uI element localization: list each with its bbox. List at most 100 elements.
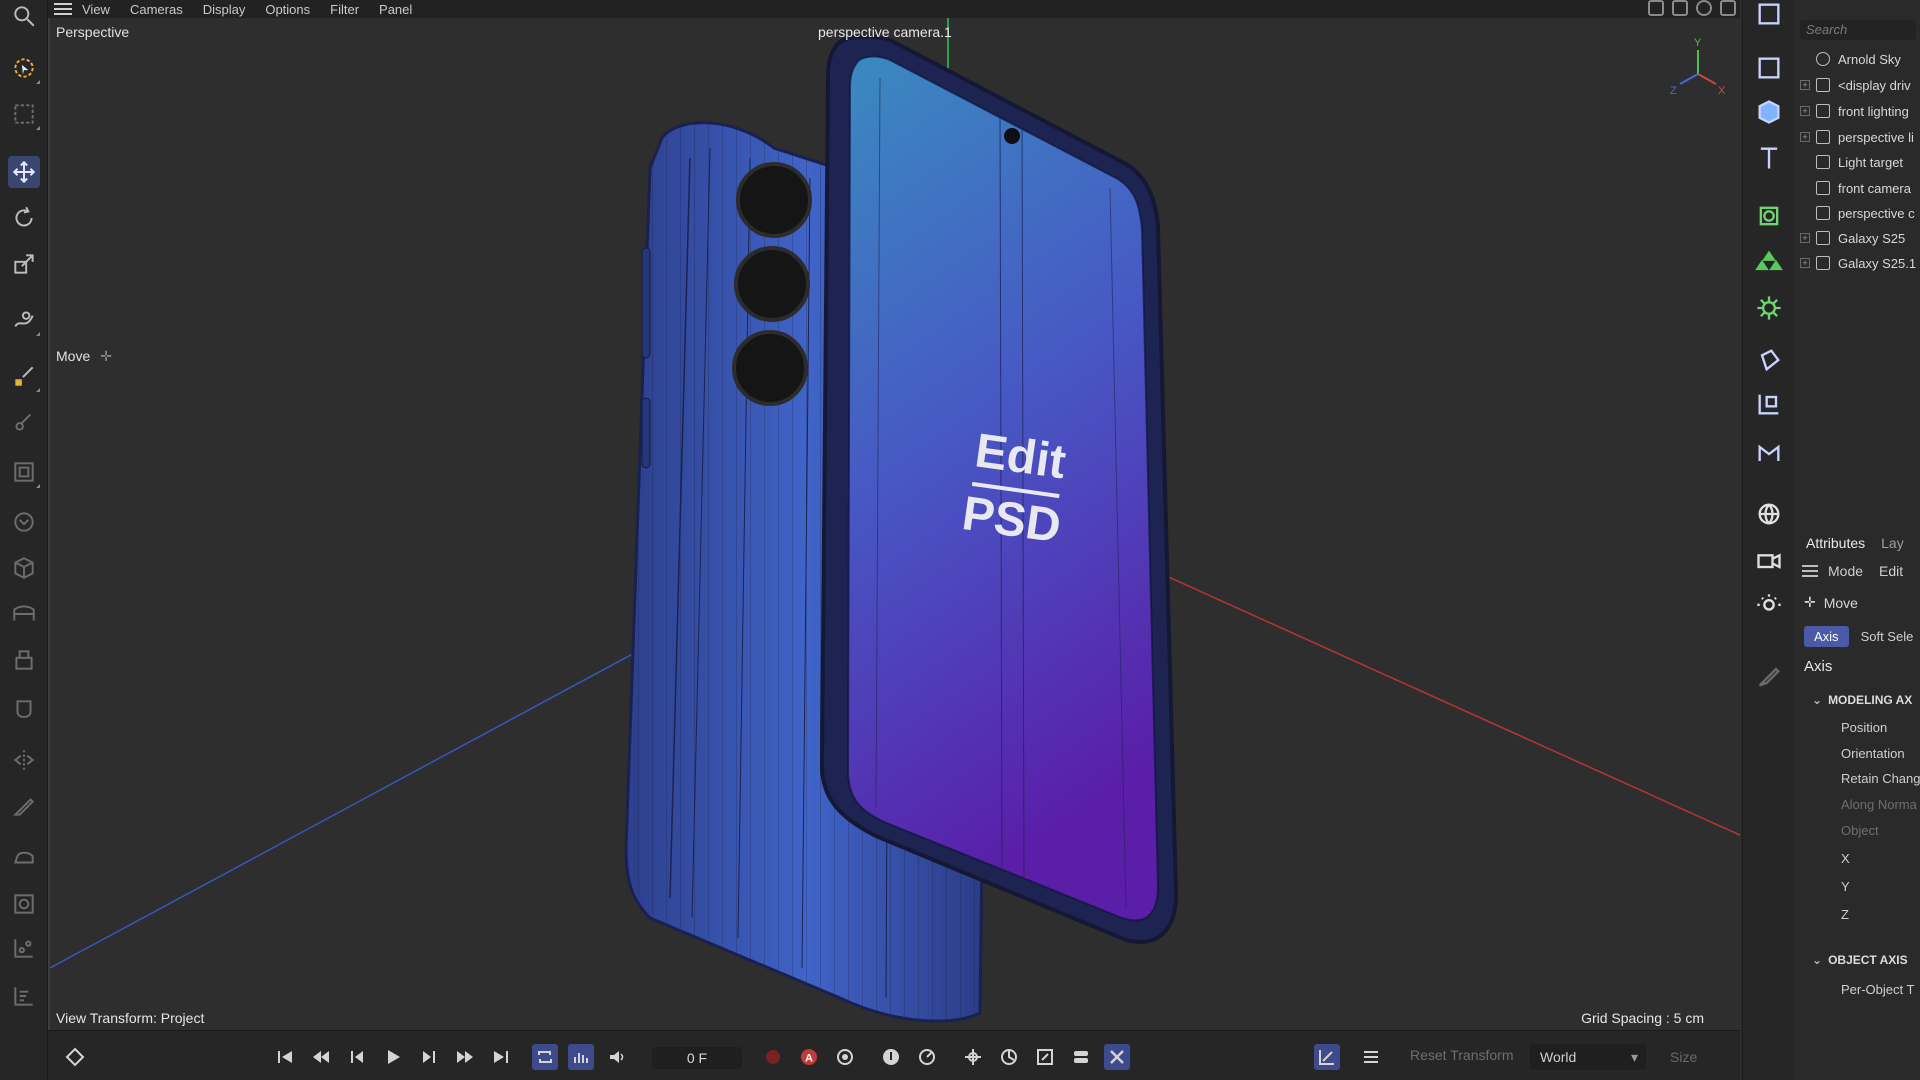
maximize-view-icon[interactable]: [1720, 0, 1736, 16]
text-object-icon[interactable]: [1753, 142, 1785, 174]
key-rotation-icon[interactable]: [996, 1044, 1022, 1070]
cube-outline-icon[interactable]: [8, 552, 40, 584]
pan-view-icon[interactable]: [1648, 0, 1664, 16]
subdivision-icon[interactable]: [1753, 200, 1785, 232]
previous-frame-icon[interactable]: [344, 1044, 370, 1070]
dim-brush-icon[interactable]: [8, 406, 40, 438]
object-row-galaxy-s25-1[interactable]: + Galaxy S25.1: [1794, 252, 1920, 274]
null-object-icon[interactable]: [1753, 52, 1785, 84]
viewport[interactable]: Edit PSD Y X Z Perspective perspective c…: [48, 18, 1740, 1030]
key-pla-icon[interactable]: [1104, 1044, 1130, 1070]
magnet-tool-icon[interactable]: [8, 888, 40, 920]
current-frame-field[interactable]: 0 F: [652, 1047, 742, 1069]
key-parameter-icon[interactable]: [1068, 1044, 1094, 1070]
workplane-icon[interactable]: [8, 980, 40, 1012]
bridge-tool-icon[interactable]: [8, 598, 40, 630]
menu-options[interactable]: Options: [265, 2, 310, 17]
object-row-perspective-lighting[interactable]: + perspective li: [1794, 126, 1920, 148]
rect-selection-tool-icon[interactable]: [8, 98, 40, 130]
weld-tool-icon[interactable]: [8, 694, 40, 726]
loop-icon[interactable]: [532, 1044, 558, 1070]
motion-record-icon[interactable]: [878, 1044, 904, 1070]
expand-icon[interactable]: +: [1800, 233, 1810, 243]
paint-brush-icon[interactable]: [8, 360, 40, 392]
cloner-icon[interactable]: [1753, 246, 1785, 278]
scene-object-icon[interactable]: [1753, 438, 1785, 470]
attr-x[interactable]: X: [1841, 851, 1850, 866]
coordinate-graph-icon[interactable]: [1314, 1044, 1340, 1070]
camera-object-icon[interactable]: [1753, 544, 1785, 576]
expand-icon[interactable]: +: [1800, 132, 1810, 142]
pill-axis[interactable]: Axis: [1804, 626, 1849, 647]
rotate-tool-icon[interactable]: [8, 202, 40, 234]
edit-menu[interactable]: Edit: [1879, 563, 1903, 579]
next-frame-icon[interactable]: [416, 1044, 442, 1070]
search-icon[interactable]: [8, 0, 40, 32]
object-row-galaxy-s25[interactable]: + Galaxy S25: [1794, 227, 1920, 249]
mirror-tool-icon[interactable]: [8, 744, 40, 776]
audio-waveform-icon[interactable]: [568, 1044, 594, 1070]
knife-tool-icon[interactable]: [8, 790, 40, 822]
menu-display[interactable]: Display: [203, 2, 246, 17]
interpolation-icon[interactable]: [914, 1044, 940, 1070]
pencil-icon[interactable]: [1753, 660, 1785, 692]
modeling-axis-group[interactable]: ⌄ MODELING AX: [1812, 693, 1912, 707]
extrude-tool-icon[interactable]: [8, 644, 40, 676]
autokey-icon[interactable]: A: [796, 1044, 822, 1070]
pill-soft-selection[interactable]: Soft Sele: [1855, 626, 1920, 647]
key-scale-icon[interactable]: [1032, 1044, 1058, 1070]
live-selection-tool-icon[interactable]: [8, 52, 40, 84]
object-row-front-lighting[interactable]: + front lighting: [1794, 100, 1920, 122]
object-row-arnold-sky[interactable]: Arnold Sky: [1794, 48, 1920, 70]
viewport-projection-label[interactable]: Perspective: [56, 24, 129, 40]
object-manager-icon[interactable]: [1753, 0, 1785, 30]
menu-filter[interactable]: Filter: [330, 2, 359, 17]
tab-layers[interactable]: Lay: [1881, 535, 1904, 551]
tab-attributes[interactable]: Attributes: [1806, 535, 1865, 551]
rotate-view-icon[interactable]: [1696, 0, 1712, 16]
snap-icon[interactable]: [8, 932, 40, 964]
polygon-select-icon[interactable]: [8, 456, 40, 488]
attr-along-normals[interactable]: Along Norma: [1841, 797, 1917, 812]
object-search-input[interactable]: Search: [1800, 20, 1916, 40]
scale-tool-icon[interactable]: [8, 248, 40, 280]
play-icon[interactable]: [380, 1044, 406, 1070]
effector-gear-icon[interactable]: [1753, 292, 1785, 324]
attr-object[interactable]: Object: [1841, 823, 1879, 838]
attr-z[interactable]: Z: [1841, 907, 1849, 922]
attr-orientation[interactable]: Orientation: [1841, 746, 1905, 761]
sculpt-icon[interactable]: [8, 506, 40, 538]
hamburger-menu-icon[interactable]: [54, 3, 72, 15]
next-key-icon[interactable]: [452, 1044, 478, 1070]
go-to-end-icon[interactable]: [488, 1044, 514, 1070]
record-icon[interactable]: [760, 1044, 786, 1070]
expand-icon[interactable]: +: [1800, 106, 1810, 116]
phone-front-model[interactable]: Edit PSD: [819, 34, 1179, 944]
attr-position[interactable]: Position: [1841, 720, 1887, 735]
keyframe-diamond-icon[interactable]: [62, 1044, 88, 1070]
go-to-start-icon[interactable]: [272, 1044, 298, 1070]
coordinates-menu-icon[interactable]: [1358, 1044, 1384, 1070]
object-axis-group[interactable]: ⌄ OBJECT AXIS: [1812, 953, 1908, 967]
object-row-display-driver[interactable]: + <display driv: [1794, 74, 1920, 96]
menu-view[interactable]: View: [82, 2, 110, 17]
object-row-light-target[interactable]: Light target: [1794, 151, 1920, 173]
dolly-view-icon[interactable]: [1672, 0, 1688, 16]
attribute-menu-icon[interactable]: [1802, 565, 1818, 577]
spline-pen-icon[interactable]: [8, 304, 40, 336]
move-tool-icon[interactable]: [8, 156, 40, 188]
previous-key-icon[interactable]: [308, 1044, 334, 1070]
keyframe-selection-icon[interactable]: [832, 1044, 858, 1070]
attr-retain-changes[interactable]: Retain Chang: [1841, 771, 1920, 786]
speaker-icon[interactable]: [604, 1044, 630, 1070]
cube-primitive-icon[interactable]: [1753, 96, 1785, 128]
field-icon[interactable]: [1753, 388, 1785, 420]
attr-y[interactable]: Y: [1841, 879, 1850, 894]
key-position-icon[interactable]: [960, 1044, 986, 1070]
object-row-perspective-camera[interactable]: perspective c: [1794, 202, 1920, 224]
size-dropdown[interactable]: Size: [1660, 1044, 1740, 1070]
menu-cameras[interactable]: Cameras: [130, 2, 183, 17]
arnold-sky-icon[interactable]: [1753, 498, 1785, 530]
reset-transform-button[interactable]: Reset Transform: [1410, 1047, 1513, 1063]
expand-icon[interactable]: +: [1800, 80, 1810, 90]
